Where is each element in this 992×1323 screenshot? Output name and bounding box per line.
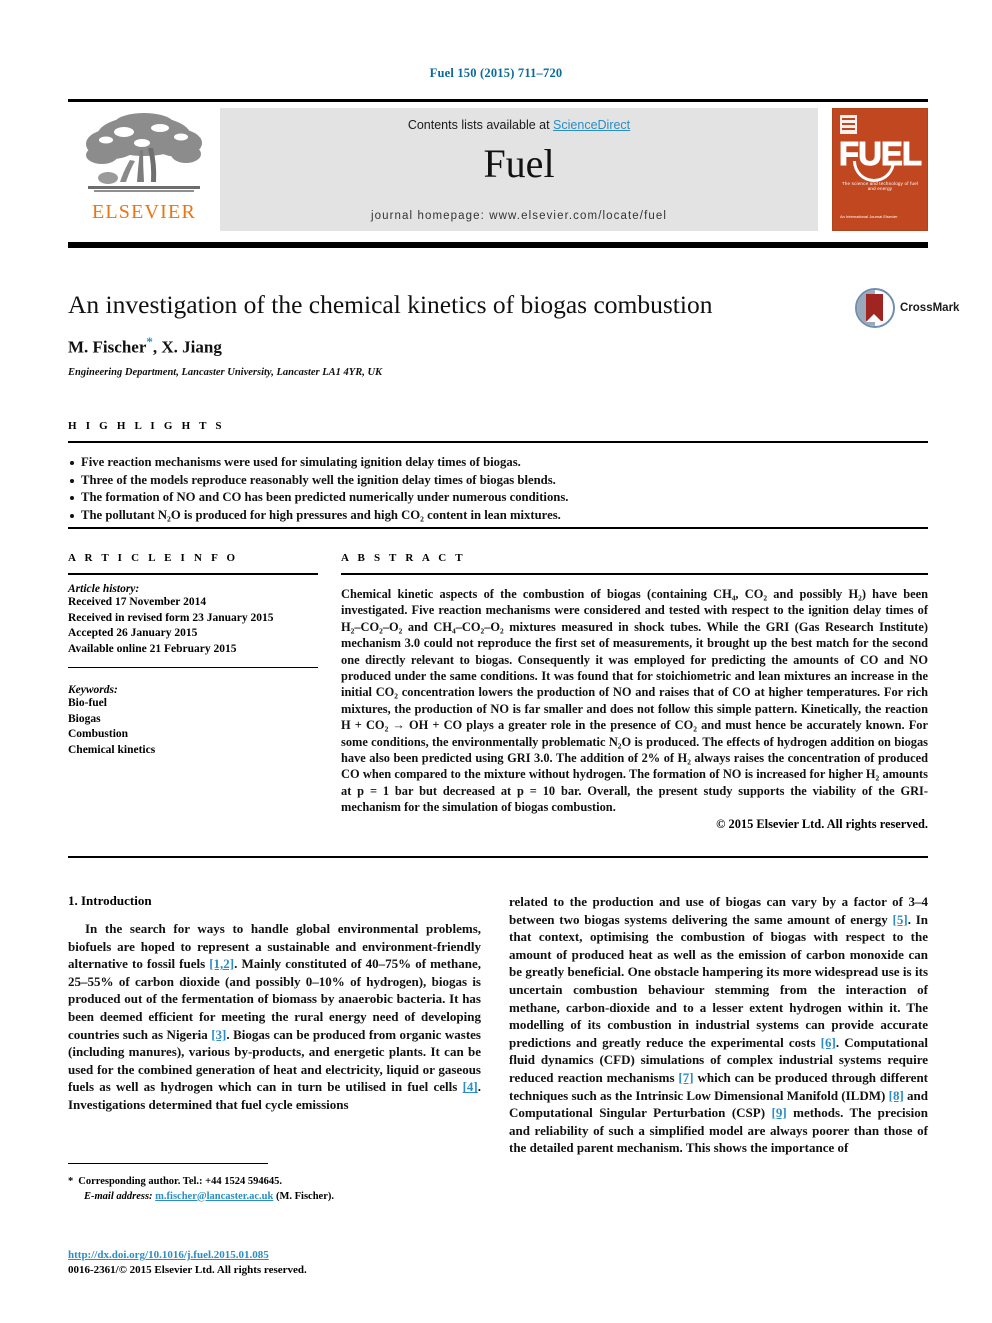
journal-title: Fuel [483, 141, 555, 186]
abstract-heading: A B S T R A C T [341, 552, 466, 564]
highlight-item: Three of the models reproduce reasonably… [68, 472, 928, 490]
citation-ref-6[interactable]: [6] [821, 1035, 836, 1050]
crossmark-icon [855, 288, 895, 328]
keyword-item: Chemical kinetics [68, 743, 156, 756]
elsevier-tree-icon [86, 113, 202, 192]
abstract-copyright: © 2015 Elsevier Ltd. All rights reserved… [716, 816, 928, 831]
citation-ref-7[interactable]: [7] [678, 1070, 693, 1085]
citation-ref-1-2[interactable]: [1,2] [209, 956, 234, 971]
article-info-heading: A R T I C L E I N F O [68, 552, 239, 564]
masthead-top-rule [68, 99, 928, 102]
crossmark-label: CrossMark [900, 302, 960, 314]
email-note: E-mail address: m.fischer@lancaster.ac.u… [68, 1190, 481, 1205]
doi-block: http://dx.doi.org/10.1016/j.fuel.2015.01… [68, 1248, 488, 1278]
running-head: Fuel 150 (2015) 711–720 [429, 66, 563, 80]
contents-prefix: Contents lists available at [407, 118, 554, 132]
article-info-rule [68, 573, 318, 575]
article-history-item: Received in revised form 23 January 2015 [68, 611, 274, 624]
cover-arc-decoration [853, 161, 895, 182]
email-attribution: (M. Fischer). [275, 1190, 334, 1202]
journal-homepage-link[interactable]: journal homepage: www.elsevier.com/locat… [220, 210, 818, 222]
body-separator-rule [68, 856, 928, 858]
masthead-bottom-rule [68, 242, 928, 248]
elsevier-wordmark: ELSEVIER [91, 201, 197, 223]
footnote-rule [68, 1163, 268, 1164]
citation-ref-8[interactable]: [8] [889, 1088, 904, 1103]
elsevier-logo: ELSEVIER [68, 108, 220, 231]
article-history-label: Article history: [68, 583, 140, 595]
highlight-item: The formation of NO and CO has been pred… [68, 489, 928, 507]
cover-subtitle: The science and technology of fuel and e… [841, 181, 919, 191]
highlights-list: Five reaction mechanisms were used for s… [68, 454, 928, 524]
highlights-rule [68, 441, 928, 443]
article-info-section: A R T I C L E I N F O Article history: R… [68, 552, 318, 758]
author-list: M. Fischer*, X. Jiang [68, 334, 858, 358]
keyword-item: Biogas [68, 712, 101, 725]
body-column-left: 1. Introduction In the search for ways t… [68, 893, 481, 1114]
citation-ref-5[interactable]: [5] [893, 912, 908, 927]
article-history-item: Available online 21 February 2015 [68, 642, 237, 655]
journal-masthead: ELSEVIER Contents lists available at Sci… [68, 99, 928, 231]
journal-cover-thumbnail: FUEL The science and technology of fuel … [832, 108, 928, 231]
journal-article-page: Fuel 150 (2015) 711–720 ELSEVIER Content… [0, 0, 992, 1323]
footnote-block: * Corresponding author. Tel.: +44 1524 59… [68, 1175, 481, 1204]
keyword-item: Bio-fuel [68, 697, 107, 709]
keyword-item: Combustion [68, 728, 129, 740]
abstract-section: A B S T R A C T Chemical kinetic aspects… [341, 552, 928, 832]
doi-link[interactable]: http://dx.doi.org/10.1016/j.fuel.2015.01… [68, 1249, 269, 1261]
contents-line: Contents lists available at ScienceDirec… [408, 118, 630, 132]
email-label: E-mail address: [84, 1190, 153, 1202]
section-heading-introduction: 1. Introduction [68, 893, 152, 908]
citation-ref-9[interactable]: [9] [772, 1105, 787, 1120]
affiliation: Engineering Department, Lancaster Univer… [68, 366, 383, 378]
abstract-body: Chemical kinetic aspects of the combusti… [341, 587, 928, 815]
keywords-divider [68, 667, 318, 668]
author-secondary: , X. Jiang [152, 337, 222, 357]
highlights-section: H I G H L I G H T S Five reaction mechan… [68, 420, 928, 524]
corresponding-author-note: * Corresponding author. Tel.: +44 1524 59… [68, 1175, 481, 1190]
cover-footer-text: An International Journal Elsevier [840, 214, 898, 219]
abstract-rule [341, 573, 928, 575]
author-primary: M. Fischer [68, 337, 147, 357]
email-link[interactable]: m.fischer@lancaster.ac.uk [155, 1191, 273, 1202]
keywords-label: Keywords: [68, 684, 118, 696]
highlights-heading: H I G H L I G H T S [68, 420, 225, 432]
crossmark-badge[interactable]: CrossMark [855, 286, 959, 330]
title-block: An investigation of the chemical kinetic… [68, 290, 858, 378]
page-title: An investigation of the chemical kinetic… [68, 290, 713, 319]
citation-ref-4[interactable]: [4] [463, 1079, 478, 1094]
intro-text-5: related to the production and use of bio… [509, 894, 928, 927]
highlights-bottom-rule [68, 527, 928, 529]
cover-emblem-icon [840, 115, 857, 134]
intro-paragraph-left: In the search for ways to handle global … [68, 920, 481, 1114]
issn-copyright: 0016-2361/© 2015 Elsevier Ltd. All right… [68, 1264, 307, 1276]
highlight-item: The pollutant N₂O is produced for high p… [68, 507, 928, 525]
intro-paragraph-right: related to the production and use of bio… [509, 893, 928, 1157]
keywords-block: Keywords: Bio-fuel Biogas Combustion Che… [68, 684, 318, 758]
corresponding-author-text: Corresponding author. Tel.: +44 1524 594… [78, 1176, 283, 1187]
citation-ref-3[interactable]: [3] [211, 1027, 226, 1042]
article-history-item: Accepted 26 January 2015 [68, 627, 198, 639]
sciencedirect-link[interactable]: ScienceDirect [553, 118, 630, 132]
journal-band: Contents lists available at ScienceDirec… [220, 108, 818, 231]
footnote-star-marker: * [68, 1176, 74, 1187]
article-history-item: Received 17 November 2014 [68, 596, 207, 608]
intro-text-6: . In that context, optimising the combus… [509, 911, 928, 1050]
body-column-right: related to the production and use of bio… [509, 893, 928, 1157]
highlight-item: Five reaction mechanisms were used for s… [68, 454, 928, 472]
